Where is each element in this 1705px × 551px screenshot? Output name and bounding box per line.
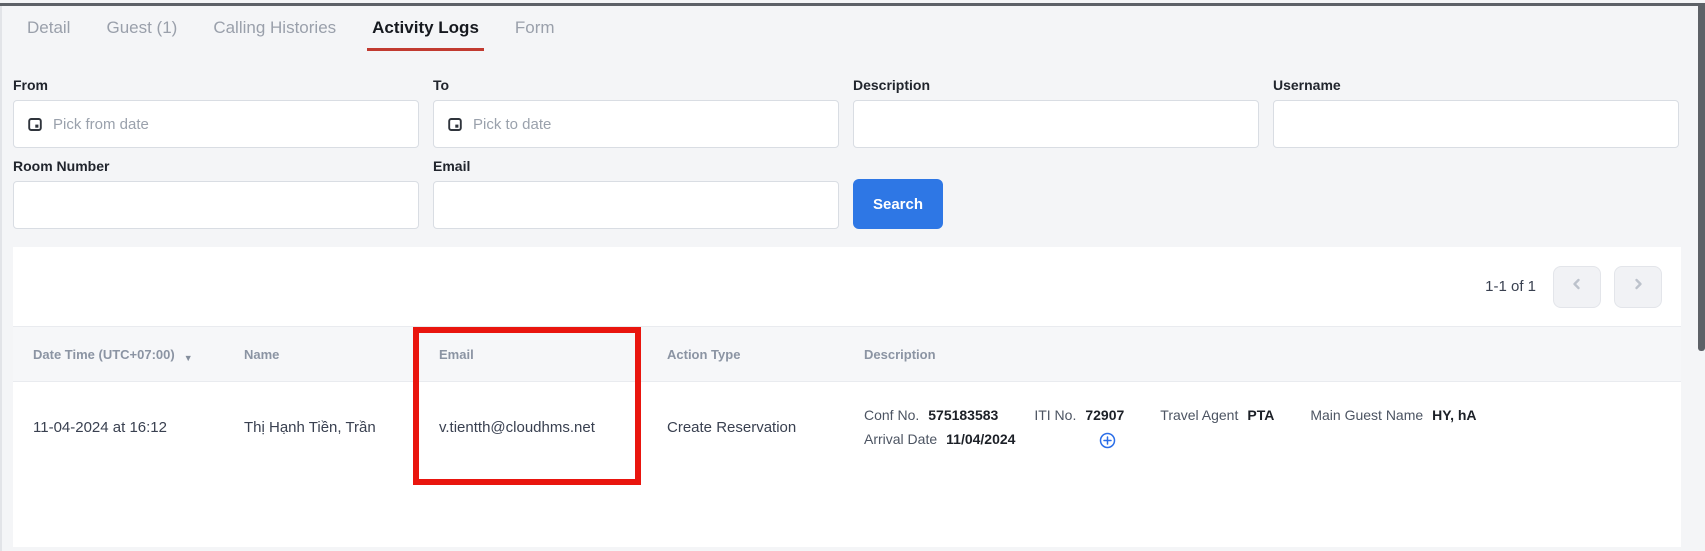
pagination: 1-1 of 1 — [13, 247, 1681, 326]
room-number-label: Room Number — [13, 159, 419, 173]
to-field: To — [433, 78, 839, 148]
cell-datetime: 11-04-2024 at 16:12 — [13, 419, 224, 436]
cell-description: Conf No. 575183583 ITI No. 72907 Travel Ag… — [844, 407, 1681, 448]
tab-form[interactable]: Form — [510, 16, 560, 48]
room-number-field: Room Number — [13, 159, 419, 229]
email-field: Email — [433, 159, 839, 229]
chevron-left-icon — [1569, 276, 1585, 297]
search-button[interactable]: Search — [853, 179, 943, 229]
username-text[interactable] — [1287, 101, 1665, 147]
column-header-description[interactable]: Description — [844, 347, 1681, 362]
to-label: To — [433, 78, 839, 92]
conf-no-value: 575183583 — [928, 407, 998, 423]
arrival-date-label: Arrival Date — [864, 431, 937, 447]
column-header-datetime-label: Date Time (UTC+07:00) — [33, 347, 175, 362]
main-guest-label: Main Guest Name — [1310, 407, 1423, 423]
scrollbar-thumb[interactable] — [1698, 6, 1705, 351]
column-header-email[interactable]: Email — [419, 347, 647, 362]
results-card: 1-1 of 1 Date Time (UTC+07:00) ▼ Name Em… — [13, 247, 1681, 547]
username-field: Username — [1273, 78, 1679, 148]
sort-desc-icon: ▼ — [184, 353, 193, 363]
description-input[interactable] — [853, 100, 1259, 148]
tab-detail[interactable]: Detail — [22, 16, 75, 48]
description-text[interactable] — [867, 101, 1245, 147]
filter-form: From To Description Username Room Number — [0, 78, 1705, 229]
main-guest-pair: Main Guest Name HY, hA — [1310, 407, 1476, 423]
cell-action-type: Create Reservation — [647, 419, 844, 436]
next-page-button[interactable] — [1614, 266, 1662, 308]
iti-no-pair: ITI No. 72907 — [1034, 407, 1124, 423]
username-input[interactable] — [1273, 100, 1679, 148]
arrival-date-value: 11/04/2024 — [946, 431, 1015, 447]
to-date-text[interactable] — [473, 101, 825, 147]
description-label: Description — [853, 78, 1259, 92]
email-text[interactable] — [447, 182, 825, 228]
main-guest-value: HY, hA — [1432, 407, 1476, 423]
room-number-text[interactable] — [27, 182, 405, 228]
iti-no-value: 72907 — [1085, 407, 1124, 423]
column-header-datetime[interactable]: Date Time (UTC+07:00) ▼ — [13, 347, 224, 362]
tab-calling-histories[interactable]: Calling Histories — [208, 16, 341, 48]
description-line-2: Arrival Date 11/04/2024 — [864, 431, 1681, 448]
chevron-right-icon — [1630, 276, 1646, 297]
travel-agent-label: Travel Agent — [1160, 407, 1238, 423]
email-input[interactable] — [433, 181, 839, 229]
cell-name: Thị Hạnh Tiền, Trần — [224, 419, 419, 436]
tab-bar: Detail Guest (1) Calling Histories Activ… — [0, 3, 1705, 48]
pagination-range: 1-1 of 1 — [1485, 278, 1536, 295]
from-field: From — [13, 78, 419, 148]
table-header: Date Time (UTC+07:00) ▼ Name Email Actio… — [13, 326, 1681, 382]
from-label: From — [13, 78, 419, 92]
iti-no-label: ITI No. — [1034, 407, 1076, 423]
to-date-input[interactable] — [433, 100, 839, 148]
add-icon[interactable] — [1099, 432, 1116, 449]
description-line-1: Conf No. 575183583 ITI No. 72907 Travel Ag… — [864, 407, 1681, 423]
column-header-action-type[interactable]: Action Type — [647, 347, 844, 362]
email-label: Email — [433, 159, 839, 173]
arrival-date-pair: Arrival Date 11/04/2024 — [864, 431, 1015, 447]
column-header-name[interactable]: Name — [224, 347, 419, 362]
description-field: Description — [853, 78, 1259, 148]
table-row: 11-04-2024 at 16:12 Thị Hạnh Tiền, Trần … — [13, 382, 1681, 472]
cell-email: v.tientth@cloudhms.net — [419, 419, 647, 436]
tab-guest[interactable]: Guest (1) — [101, 16, 182, 48]
from-date-text[interactable] — [53, 101, 405, 147]
calendar-icon — [447, 116, 463, 132]
conf-no-label: Conf No. — [864, 407, 919, 423]
prev-page-button[interactable] — [1553, 266, 1601, 308]
from-date-input[interactable] — [13, 100, 419, 148]
window-chrome-top — [0, 3, 1705, 6]
room-number-input[interactable] — [13, 181, 419, 229]
username-label: Username — [1273, 78, 1679, 92]
travel-agent-value: PTA — [1247, 407, 1274, 423]
tab-activity-logs[interactable]: Activity Logs — [367, 16, 484, 51]
conf-no-pair: Conf No. 575183583 — [864, 407, 998, 423]
travel-agent-pair: Travel Agent PTA — [1160, 407, 1274, 423]
calendar-icon — [27, 116, 43, 132]
